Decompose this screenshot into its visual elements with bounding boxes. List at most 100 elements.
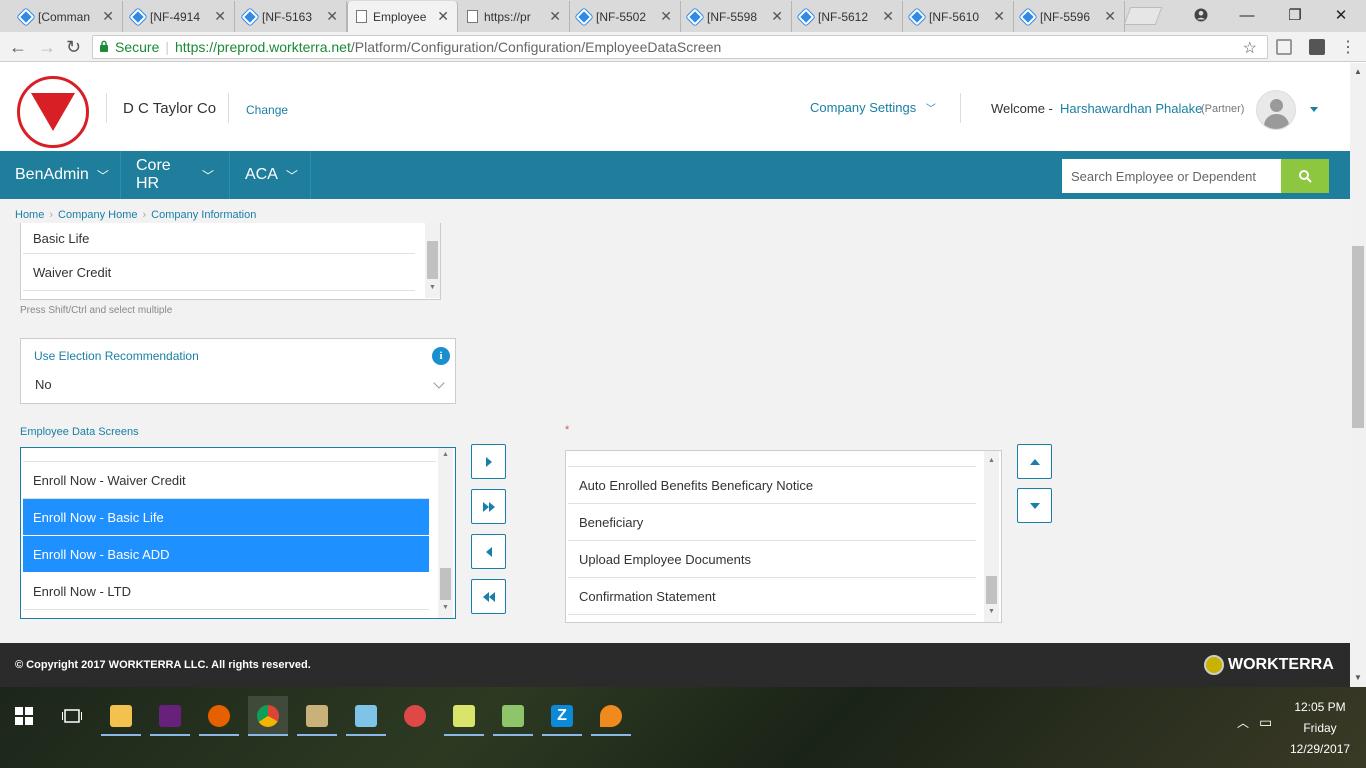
menu-aca[interactable]: ACA ﹀ [230,151,311,199]
bookmark-star-icon[interactable]: ☆ [1243,38,1257,58]
list-item[interactable]: Enroll Now - Waiver Credit [23,462,429,499]
browser-tab[interactable]: [NF-5163 ✕ [236,1,347,32]
avatar[interactable] [1256,90,1296,130]
benefit-listbox[interactable]: Basic Life Waiver Credit ▼ [20,223,441,300]
menu-core-hr[interactable]: Core HR ﹀ [121,151,230,199]
chevron-up-icon[interactable]: ︿ [1237,714,1249,731]
close-icon[interactable]: ✕ [326,8,338,25]
system-clock[interactable]: 12:05 PM Friday 12/29/2017 [1290,697,1350,760]
list-item[interactable]: Confirmation Statement [568,578,976,615]
paint-app-icon[interactable] [395,696,435,736]
browser-tab[interactable]: [NF-5598 ✕ [681,1,792,32]
list-item[interactable]: Waiver Credit [23,254,415,291]
move-all-right-button[interactable] [471,489,506,524]
tools-icon[interactable] [297,696,337,736]
move-down-button[interactable] [1017,488,1052,523]
url-separator: | [165,39,169,55]
list-item[interactable]: Beneficiary [568,504,976,541]
sticky-notes-icon[interactable] [444,696,484,736]
list-item[interactable]: Upload Employee Documents [568,541,976,578]
back-icon[interactable]: ← [9,37,27,58]
search-button[interactable] [1281,159,1329,193]
chrome-icon[interactable] [248,696,288,736]
close-window-button[interactable]: ✕ [1318,0,1364,30]
scrollbar[interactable]: ▼ [425,223,440,298]
scroll-up-arrow[interactable]: ▲ [988,457,995,464]
forward-icon[interactable]: → [38,37,56,58]
scroll-thumb[interactable] [1352,246,1364,428]
move-right-button[interactable] [471,444,506,479]
close-icon[interactable]: ✕ [771,8,783,25]
close-icon[interactable]: ✕ [102,8,114,25]
user-name[interactable]: Harshawardhan Phalake [1060,101,1202,116]
election-recommendation-select[interactable]: Use Election Recommendation i No [20,338,456,404]
list-item[interactable]: Basic Life [23,223,415,254]
scroll-thumb[interactable] [427,241,438,279]
scroll-down-arrow[interactable]: ▼ [442,604,449,611]
browser-tab[interactable]: [NF-5610 ✕ [903,1,1014,32]
zoom-app-icon[interactable]: Z [542,696,582,736]
task-view-icon[interactable] [52,696,92,736]
selected-screens-listbox[interactable]: Auto Enrolled Benefits Beneficary Notice… [565,450,1002,623]
scroll-down-arrow[interactable]: ▼ [988,608,995,615]
change-company-link[interactable]: Change [246,103,288,117]
close-icon[interactable]: ✕ [437,8,449,25]
close-icon[interactable]: ✕ [660,8,672,25]
windows-start-icon[interactable] [4,696,44,736]
list-item-selected[interactable]: Enroll Now - Basic ADD [23,536,429,573]
available-screens-listbox[interactable]: Enroll Now - Waiver Credit Enroll Now - … [20,447,456,619]
move-up-button[interactable] [1017,444,1052,479]
info-icon[interactable]: i [432,347,450,365]
scroll-up-arrow[interactable]: ▲ [1354,67,1362,76]
company-logo[interactable] [17,76,89,148]
breadcrumb-home[interactable]: Home [15,209,44,221]
new-tab-button[interactable] [1123,7,1163,25]
menu-icon[interactable]: ⋮ [1340,37,1356,57]
flame-app-icon[interactable] [591,696,631,736]
list-item-selected[interactable]: Enroll Now - Basic Life [23,499,429,536]
url-field[interactable]: Secure | https://preprod.workterra.net/P… [92,35,1268,59]
page-scrollbar[interactable]: ▲ ▼ [1350,63,1366,687]
company-settings-dropdown[interactable]: Company Settings ﹀ [810,100,936,115]
breadcrumb-company-information[interactable]: Company Information [151,209,256,221]
firefox-icon[interactable] [199,696,239,736]
close-icon[interactable]: ✕ [214,8,226,25]
browser-tab[interactable]: [Comman ✕ [12,1,123,32]
file-explorer-icon[interactable] [101,696,141,736]
action-center-icon[interactable]: ▭ [1259,714,1272,731]
browser-tab[interactable]: https://pr ✕ [459,1,570,32]
breadcrumb-company-home[interactable]: Company Home [58,209,137,221]
list-item[interactable]: Auto Enrolled Benefits Beneficary Notice [568,467,976,504]
browser-tab[interactable]: [NF-5612 ✕ [792,1,903,32]
caret-down-icon[interactable] [1310,107,1318,112]
move-all-left-button[interactable] [471,579,506,614]
browser-tab[interactable]: [NF-4914 ✕ [124,1,235,32]
move-left-button[interactable] [471,534,506,569]
scrollbar[interactable]: ▲ ▼ [438,448,453,618]
scroll-thumb[interactable] [440,568,451,600]
browser-tab[interactable]: [NF-5596 ✕ [1014,1,1125,32]
scroll-thumb[interactable] [986,576,997,604]
list-item[interactable]: Enroll Now - LTD [23,573,429,610]
notes-app-icon[interactable] [346,696,386,736]
search-input[interactable] [1062,159,1281,193]
scroll-up-arrow[interactable]: ▲ [442,451,449,458]
browser-tab-active[interactable]: Employee ✕ [347,1,458,32]
menu-benadmin[interactable]: BenAdmin ﹀ [0,151,121,199]
scrollbar[interactable]: ▲ ▼ [984,451,999,622]
spreadsheet-icon[interactable] [493,696,533,736]
close-icon[interactable]: ✕ [549,8,561,25]
close-icon[interactable]: ✕ [882,8,894,25]
restore-button[interactable]: ❐ [1272,0,1318,30]
minimize-button[interactable]: — [1224,0,1270,30]
browser-tab[interactable]: [NF-5502 ✕ [570,1,681,32]
scroll-down-arrow[interactable]: ▼ [1354,673,1362,682]
visual-studio-icon[interactable] [150,696,190,736]
profile-icon[interactable] [1178,0,1224,30]
close-icon[interactable]: ✕ [993,8,1005,25]
extension-icon[interactable] [1309,39,1325,55]
reload-icon[interactable]: ↻ [66,37,81,58]
close-icon[interactable]: ✕ [1104,8,1116,25]
extension-icon[interactable] [1276,39,1292,55]
scroll-down-arrow[interactable]: ▼ [429,284,436,291]
